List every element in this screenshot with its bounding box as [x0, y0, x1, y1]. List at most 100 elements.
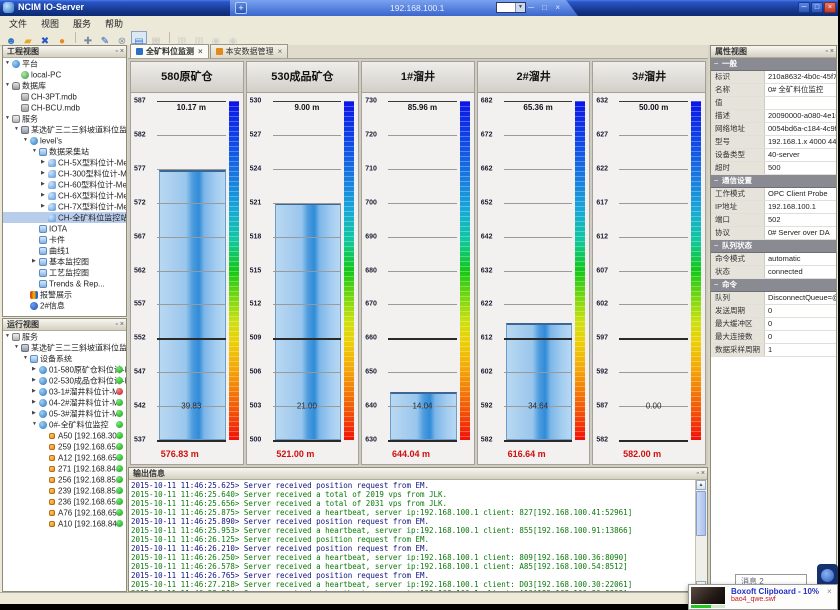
- chevron-down-icon[interactable]: ▼: [515, 3, 525, 12]
- property-value[interactable]: DisconnectQueue=@..: [765, 292, 836, 304]
- property-value[interactable]: 0# 全矿料位监控: [765, 84, 836, 96]
- expand-arrow-icon[interactable]: ▼: [32, 146, 39, 157]
- tree-node[interactable]: 256 [192.168.85..: [3, 474, 126, 485]
- close-icon[interactable]: ×: [120, 321, 124, 328]
- tab-minimize-button[interactable]: ─: [528, 3, 534, 12]
- tree-node[interactable]: ▶CH-7X型料位计-Mer-: [3, 201, 126, 212]
- expand-arrow-icon[interactable]: ▼: [5, 113, 12, 124]
- property-value[interactable]: 20090000-a080-4e10-b1..: [765, 110, 836, 122]
- close-icon[interactable]: ×: [120, 48, 124, 55]
- tree-node[interactable]: ▶03-1#溜井料位计-M-: [3, 386, 126, 397]
- property-section-header[interactable]: −通信设置: [711, 175, 836, 188]
- property-row[interactable]: 超时500: [711, 162, 836, 175]
- expand-arrow-icon[interactable]: ▶: [32, 397, 39, 408]
- property-row[interactable]: 协议0# Server over DA: [711, 227, 836, 240]
- tree-node[interactable]: 卡件: [3, 234, 126, 245]
- list-view-icon[interactable]: ▤: [131, 31, 147, 44]
- expand-arrow-icon[interactable]: ▼: [5, 331, 12, 342]
- menu-item-帮助[interactable]: 帮助: [98, 17, 130, 30]
- tree-node[interactable]: 259 [192.168.65..: [3, 441, 126, 452]
- property-section-header[interactable]: −命令: [711, 279, 836, 292]
- property-value[interactable]: 192.168.1.x 4000 440..: [765, 136, 836, 148]
- property-value[interactable]: 0: [765, 305, 836, 317]
- popup-close-icon[interactable]: ×: [827, 585, 837, 609]
- property-section-header[interactable]: −队列状态: [711, 240, 836, 253]
- tree-node[interactable]: 239 [192.168.85..: [3, 485, 126, 496]
- tab-全矿料位监测[interactable]: 全矿料位监测×: [130, 44, 209, 58]
- property-row[interactable]: 最大连接数0: [711, 331, 836, 344]
- property-value[interactable]: 502: [765, 214, 836, 226]
- tree-node[interactable]: ▼某选矿三二三斜坡道料位监-: [3, 124, 126, 135]
- alarm-icon[interactable]: ●: [54, 31, 70, 44]
- property-value[interactable]: 500: [765, 162, 836, 174]
- property-value[interactable]: 1: [765, 344, 836, 356]
- property-value[interactable]: 40-server: [765, 149, 836, 161]
- pin-icon[interactable]: ▫: [825, 48, 827, 55]
- tree-node[interactable]: IOTA: [3, 223, 126, 234]
- tree-node[interactable]: ▶02-530成品仓料位计-M-: [3, 375, 126, 386]
- collapse-icon[interactable]: −: [714, 240, 722, 252]
- property-row[interactable]: 网络地址0054bd6a-c184-4c9f-9e..: [711, 123, 836, 136]
- tab-close-icon[interactable]: ×: [278, 47, 283, 56]
- monitor-b-icon[interactable]: ▥: [191, 31, 207, 44]
- property-value[interactable]: OPC Client Probe: [765, 188, 836, 200]
- expand-arrow-icon[interactable]: ▼: [14, 124, 21, 135]
- tree-node[interactable]: 271 [192.168.84..: [3, 463, 126, 474]
- expand-arrow-icon[interactable]: ▼: [23, 353, 30, 364]
- add-icon[interactable]: ✚: [80, 31, 96, 44]
- left-splitter[interactable]: [127, 45, 128, 592]
- expand-arrow-icon[interactable]: ▶: [41, 201, 48, 212]
- tree-node[interactable]: CH-BCU.mdb: [3, 102, 126, 113]
- property-row[interactable]: 型号192.168.1.x 4000 440..: [711, 136, 836, 149]
- restore-button[interactable]: □: [811, 2, 823, 13]
- disconnect-icon[interactable]: ✖: [37, 31, 53, 44]
- minimize-button[interactable]: ─: [798, 2, 810, 13]
- tree-node[interactable]: ▼服务: [3, 331, 126, 342]
- tab-close-icon[interactable]: ×: [198, 47, 203, 56]
- property-value[interactable]: 0054bd6a-c184-4c9f-9e..: [765, 123, 836, 135]
- edit-icon[interactable]: ✎: [97, 31, 113, 44]
- tree-node[interactable]: A76 [192.168.65..: [3, 507, 126, 518]
- property-row[interactable]: 状态connected: [711, 266, 836, 279]
- scroll-up-icon[interactable]: ▲: [696, 480, 706, 490]
- tree-node[interactable]: 工艺监控图: [3, 267, 126, 278]
- property-row[interactable]: IP地址192.168.100.1: [711, 201, 836, 214]
- close-icon[interactable]: ×: [701, 470, 705, 477]
- collapse-icon[interactable]: −: [714, 279, 722, 291]
- tree-node[interactable]: ▶CH-300型料位计-Mer-: [3, 168, 126, 179]
- monitor-a-icon[interactable]: ▥: [174, 31, 190, 44]
- tree-node[interactable]: ▶CH-5X型料位计-Mer-: [3, 157, 126, 168]
- property-value[interactable]: 0# Server over DA: [765, 227, 836, 239]
- menu-item-文件[interactable]: 文件: [2, 17, 34, 30]
- open-project-icon[interactable]: ▰: [20, 31, 36, 44]
- expand-arrow-icon[interactable]: ▼: [14, 342, 21, 353]
- tree-node[interactable]: ▼服务: [3, 113, 126, 124]
- property-section-header[interactable]: −一般: [711, 58, 836, 71]
- right-splitter[interactable]: [708, 45, 710, 592]
- save-icon[interactable]: ▦: [148, 31, 164, 44]
- property-row[interactable]: 设备类型40-server: [711, 149, 836, 162]
- menu-item-视图[interactable]: 视图: [34, 17, 66, 30]
- property-row[interactable]: 标识210a8632-4b0c-45f7-8e..: [711, 71, 836, 84]
- expand-arrow-icon[interactable]: ▶: [32, 364, 39, 375]
- expand-arrow-icon[interactable]: ▶: [41, 168, 48, 179]
- delete-icon[interactable]: ⊗: [114, 31, 130, 44]
- tree-node[interactable]: 报警展示: [3, 289, 126, 300]
- tree-node[interactable]: ▼某选矿三二三斜坡道料位监-: [3, 342, 126, 353]
- tab-本安数据管理[interactable]: 本安数据管理×: [210, 44, 289, 58]
- tree-node[interactable]: ▼数据库: [3, 80, 126, 91]
- tree-node[interactable]: ▶CH-60型料位计-Mer-: [3, 179, 126, 190]
- property-value[interactable]: connected: [765, 266, 836, 278]
- tree-node[interactable]: CH-3PT.mdb: [3, 91, 126, 102]
- tree-node[interactable]: 236 [192.168.65..: [3, 496, 126, 507]
- tree-node[interactable]: CH-全矿料位监控站: [3, 212, 126, 223]
- property-row[interactable]: 工作模式OPC Client Probe: [711, 188, 836, 201]
- tree-node[interactable]: ▼设备系统: [3, 353, 126, 364]
- tree-node[interactable]: ▼level's: [3, 135, 126, 146]
- property-row[interactable]: 值: [711, 97, 836, 110]
- tree-node[interactable]: ▼数据采集站: [3, 146, 126, 157]
- log-scrollbar[interactable]: ▲ ▼: [695, 480, 707, 591]
- tree-node[interactable]: 曲线1: [3, 245, 126, 256]
- collapse-icon[interactable]: −: [714, 175, 722, 187]
- expand-arrow-icon[interactable]: ▶: [41, 190, 48, 201]
